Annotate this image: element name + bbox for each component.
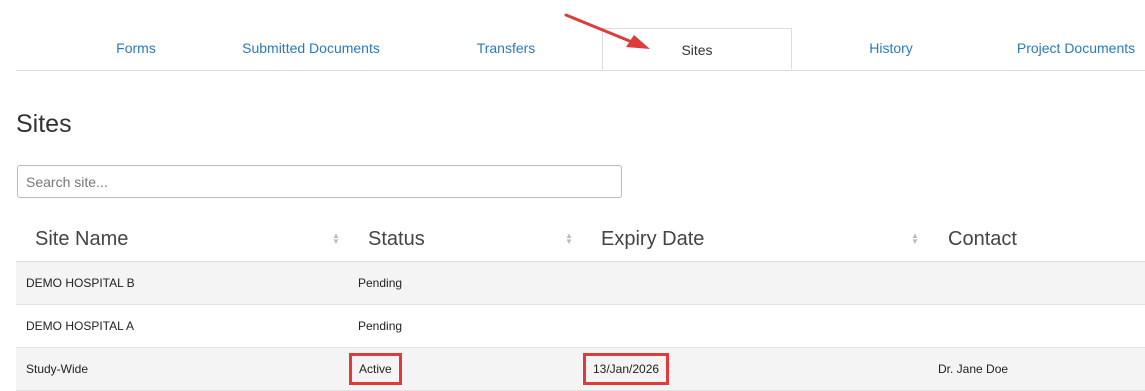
column-header-contact[interactable]: Contact bbox=[948, 218, 1017, 261]
tab-submitted-documents[interactable]: Submitted Documents bbox=[211, 27, 411, 69]
sort-icon[interactable]: ▲ ▼ bbox=[565, 218, 573, 261]
tab-transfers[interactable]: Transfers bbox=[446, 27, 566, 69]
cell-site-name: DEMO HOSPITAL B bbox=[26, 276, 135, 290]
cell-site-name: DEMO HOSPITAL A bbox=[26, 319, 135, 333]
column-header-site-name[interactable]: Site Name bbox=[35, 218, 128, 261]
column-header-status[interactable]: Status bbox=[368, 218, 425, 261]
column-header-expiry-date[interactable]: Expiry Date bbox=[601, 218, 704, 261]
table-row[interactable]: DEMO HOSPITAL B Pending bbox=[16, 262, 1145, 305]
cell-contact: Dr. Jane Doe bbox=[938, 362, 1009, 376]
cell-site-name: Study-Wide bbox=[26, 362, 89, 376]
tab-history[interactable]: History bbox=[831, 27, 951, 69]
tab-project-documents[interactable]: Project Documents bbox=[1006, 27, 1145, 69]
cell-status: Pending bbox=[358, 276, 403, 290]
page-title: Sites bbox=[16, 110, 72, 138]
status-badge: Active bbox=[349, 353, 402, 385]
table-header: Site Name ▲ ▼ Status ▲ ▼ Expiry Date ▲ ▼ Co… bbox=[16, 218, 1145, 262]
cell-expiry-date: 13/Jan/2026 bbox=[583, 353, 670, 385]
sort-icon[interactable]: ▲ ▼ bbox=[332, 218, 340, 261]
tab-sites[interactable]: Sites bbox=[602, 28, 792, 70]
cell-status: Pending bbox=[358, 319, 403, 333]
sort-icon[interactable]: ▲ ▼ bbox=[911, 218, 919, 261]
tab-bar: Forms Submitted Documents Transfers Site… bbox=[16, 27, 1145, 71]
sites-table: Site Name ▲ ▼ Status ▲ ▼ Expiry Date ▲ ▼ Co… bbox=[16, 218, 1145, 391]
search-input[interactable] bbox=[17, 165, 622, 198]
table-row[interactable]: DEMO HOSPITAL A Pending bbox=[16, 305, 1145, 348]
tab-forms[interactable]: Forms bbox=[76, 27, 196, 69]
